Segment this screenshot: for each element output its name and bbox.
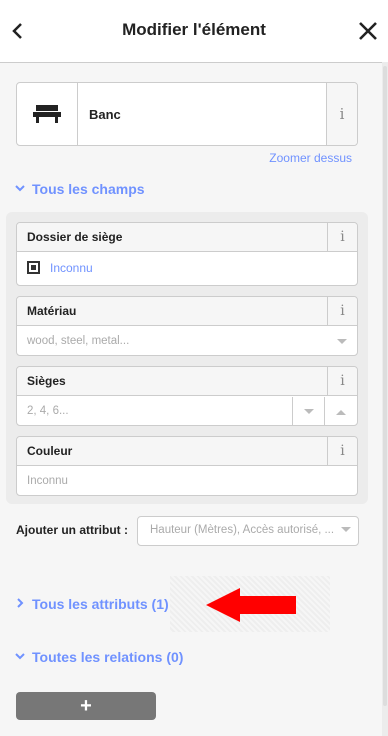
preset-name: Banc (89, 107, 121, 122)
scrollbar[interactable] (382, 62, 388, 736)
chevron-down-icon (14, 649, 28, 665)
field-seats: Sièges i 2, 4, 6... (16, 366, 358, 426)
field-material: Matériau i wood, steel, metal... (16, 296, 358, 356)
field-colour: Couleur i Inconnu (16, 436, 358, 496)
all-fields-label: Tous les champs (32, 181, 145, 197)
bench-icon (33, 105, 61, 123)
field-label: Matériau (17, 297, 327, 326)
preset-info-button[interactable]: i (326, 83, 357, 145)
red-arrow-annotation (206, 588, 296, 622)
chevron-down-icon (304, 409, 314, 414)
increment-button[interactable] (324, 397, 357, 426)
close-button[interactable] (356, 16, 382, 46)
field-label: Sièges (17, 367, 327, 396)
combo-caret-icon[interactable] (327, 327, 357, 357)
field-info-button[interactable]: i (327, 297, 357, 326)
material-input[interactable]: wood, steel, metal... (27, 335, 129, 347)
all-relations-toggle[interactable]: Toutes les relations (0) (14, 649, 183, 665)
field-info-button[interactable]: i (327, 223, 357, 252)
add-attribute-label: Ajouter un attribut : (16, 523, 128, 537)
field-info-button[interactable]: i (327, 437, 357, 466)
backrest-check[interactable]: Inconnu (27, 261, 93, 275)
add-attribute-placeholder: Hauteur (Mètres), Accès autorisé, ... (150, 524, 335, 536)
all-relations-label: Toutes les relations (0) (32, 649, 184, 665)
add-attribute-combo[interactable]: Hauteur (Mètres), Accès autorisé, ... (137, 516, 359, 546)
add-relation-button[interactable]: + (16, 692, 156, 720)
all-attributes-toggle[interactable]: Tous les attributs (1) (14, 596, 169, 612)
zoom-to-link[interactable]: Zoomer dessus (269, 151, 352, 165)
field-label: Dossier de siège (17, 223, 327, 252)
decrement-button[interactable] (292, 397, 325, 426)
chevron-left-icon (12, 23, 22, 39)
colour-input[interactable]: Inconnu (27, 475, 68, 487)
checkbox-indeterminate-icon (27, 261, 40, 274)
inspector-header: Modifier l'élément (0, 0, 388, 63)
chevron-down-icon (14, 181, 28, 197)
field-info-button[interactable]: i (327, 367, 357, 396)
chevron-right-icon (14, 596, 28, 612)
back-button[interactable] (6, 14, 30, 48)
all-attributes-label: Tous les attributs (1) (32, 596, 169, 612)
seats-input[interactable]: 2, 4, 6... (27, 405, 69, 417)
page-title: Modifier l'élément (122, 20, 266, 39)
all-fields-toggle[interactable]: Tous les champs (14, 181, 145, 197)
field-label: Couleur (17, 437, 327, 466)
scrollbar-thumb[interactable] (383, 66, 387, 706)
preset-icon-box (17, 83, 78, 145)
combo-caret-icon (341, 527, 351, 532)
field-backrest: Dossier de siège i Inconnu (16, 222, 358, 286)
chevron-up-icon (336, 410, 346, 415)
close-icon (359, 22, 377, 40)
check-value: Inconnu (50, 261, 93, 275)
preset-button[interactable]: Banc i (16, 82, 358, 146)
